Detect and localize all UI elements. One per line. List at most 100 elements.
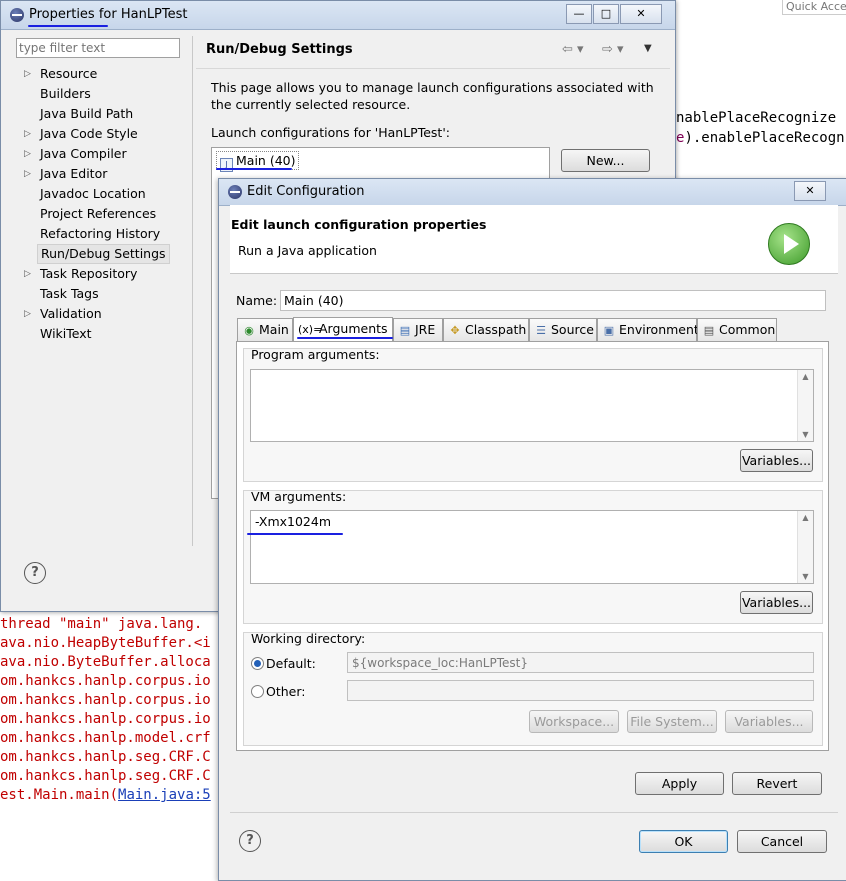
default-dir-field: ${workspace_loc:HanLPTest} [347, 652, 814, 673]
forward-icon[interactable]: ⇨ ▾ [602, 42, 624, 57]
tree-item-label: WikiText [40, 326, 92, 341]
default-radio[interactable] [251, 657, 264, 670]
expand-arrow-icon[interactable]: ▷ [24, 164, 31, 184]
tab-common-label: Common [719, 322, 776, 337]
console-line: om.hankcs.hanlp.corpus.io [0, 673, 211, 689]
working-dir-variables-button[interactable]: Variables... [725, 710, 813, 733]
page-title: Run/Debug Settings [206, 42, 353, 57]
revert-button[interactable]: Revert [732, 772, 822, 795]
edit-subheading: Run a Java application [238, 243, 377, 258]
edit-header-banner: Edit launch configuration properties Run… [230, 205, 838, 274]
run-icon [768, 223, 810, 265]
footer-separator [230, 812, 838, 813]
tree-item-label: Task Tags [40, 286, 99, 301]
jre-tab-icon: ▤ [399, 324, 411, 337]
dialog-close-button[interactable]: ✕ [794, 181, 826, 201]
tree-item-label: Validation [40, 306, 102, 321]
workspace-button[interactable]: Workspace... [529, 710, 619, 733]
tree-item-label: Javadoc Location [40, 186, 146, 201]
properties-title: Properties for HanLPTest [29, 7, 188, 22]
code-line-2: e).enablePlaceRecogn [676, 130, 845, 146]
tab-environment[interactable]: ▣ Environment [597, 318, 699, 341]
edit-titlebar: Edit Configuration ✕ [219, 179, 846, 206]
edit-title: Edit Configuration [247, 184, 365, 199]
tab-main[interactable]: ◉ Main [237, 318, 293, 341]
new-button[interactable]: New... [561, 149, 650, 172]
tree-item-label: Refactoring History [40, 226, 161, 241]
name-input[interactable]: Main (40) [280, 290, 826, 311]
help-icon[interactable]: ? [24, 562, 46, 584]
annotation-underline-title [28, 25, 108, 27]
expand-arrow-icon[interactable]: ▷ [24, 264, 31, 284]
tab-environment-label: Environment [619, 322, 699, 337]
close-button[interactable]: ✕ [620, 4, 662, 24]
name-label: Name: [236, 293, 278, 308]
maximize-button[interactable]: □ [593, 4, 619, 24]
tab-main-label: Main [259, 322, 289, 337]
other-dir-field [347, 680, 814, 701]
filter-input[interactable] [16, 38, 180, 58]
tree-item-label: Run/Debug Settings [37, 244, 170, 264]
arguments-panel: Program arguments: ▲ ▼ Variables... VM ar… [236, 341, 829, 751]
cancel-button[interactable]: Cancel [737, 830, 827, 853]
tab-common[interactable]: ▤ Common [697, 318, 777, 341]
back-icon[interactable]: ⇦ ▾ [562, 42, 584, 57]
tree-item-label: Java Build Path [40, 106, 134, 121]
expand-arrow-icon[interactable]: ▷ [24, 64, 31, 84]
console-source-link[interactable]: Main.java:5 [118, 787, 211, 803]
other-label: Other: [266, 684, 306, 699]
console-line: ava.nio.HeapByteBuffer.<i [0, 635, 211, 651]
common-tab-icon: ▤ [703, 324, 715, 337]
console-line-last: est.Main.main(Main.java:5 [0, 787, 211, 803]
pane-divider [192, 36, 193, 546]
tree-item-label: Builders [40, 86, 91, 101]
header-separator [196, 68, 670, 69]
edit-heading: Edit launch configuration properties [231, 217, 487, 232]
ok-button[interactable]: OK [639, 830, 728, 853]
launch-config-label: Main (40) [236, 153, 296, 168]
expand-arrow-icon[interactable]: ▷ [24, 304, 31, 324]
view-menu-icon[interactable]: ▼ [644, 43, 652, 54]
classpath-tab-icon: ✥ [450, 324, 460, 337]
console-line: om.hankcs.hanlp.corpus.io [0, 692, 211, 708]
annotation-underline-vm [247, 533, 343, 535]
code-line-1: nablePlaceRecognize [676, 110, 837, 126]
annotation-underline-tab [297, 337, 393, 339]
quick-access-field[interactable]: Quick Acce [782, 0, 846, 15]
tree-item-label: Resource [40, 66, 98, 81]
vm-args-scrollbar[interactable]: ▲ ▼ [797, 511, 813, 583]
tab-jre[interactable]: ▤ JRE [393, 318, 443, 341]
tree-item-label: Project References [40, 206, 157, 221]
vm-args-label: VM arguments: [251, 489, 347, 504]
tree-item-label: Java Editor [40, 166, 108, 181]
tab-source-label: Source [551, 322, 594, 337]
program-args-scrollbar[interactable]: ▲ ▼ [797, 370, 813, 441]
console-line: ava.nio.ByteBuffer.alloca [0, 654, 211, 670]
minimize-button[interactable]: — [566, 4, 592, 24]
program-args-label: Program arguments: [251, 347, 380, 362]
console-stack-prefix: est.Main.main( [0, 787, 119, 803]
annotation-underline-config [216, 168, 292, 170]
tree-item-label: Java Code Style [40, 126, 138, 141]
other-radio[interactable] [251, 685, 264, 698]
eclipse-icon [10, 8, 24, 22]
tab-classpath[interactable]: ✥ Classpath [443, 318, 529, 341]
environment-tab-icon: ▣ [603, 324, 615, 337]
vm-args-variables-button[interactable]: Variables... [740, 591, 813, 614]
vm-args-input[interactable]: -Xmx1024m [250, 510, 814, 584]
page-description: This page allows you to manage launch co… [211, 80, 654, 112]
main-tab-icon: ◉ [244, 324, 254, 337]
launch-configs-label: Launch configurations for 'HanLPTest': [211, 125, 450, 140]
program-args-variables-button[interactable]: Variables... [740, 449, 813, 472]
source-tab-icon: ☰ [536, 324, 546, 337]
tab-classpath-label: Classpath [465, 322, 527, 337]
dialog-help-icon[interactable]: ? [239, 830, 261, 852]
tab-arguments-label: Arguments [319, 321, 388, 336]
program-args-input[interactable] [250, 369, 814, 442]
filesystem-button[interactable]: File System... [627, 710, 717, 733]
tab-source[interactable]: ☰ Source [529, 318, 597, 341]
apply-button[interactable]: Apply [635, 772, 724, 795]
expand-arrow-icon[interactable]: ▷ [24, 124, 31, 144]
expand-arrow-icon[interactable]: ▷ [24, 144, 31, 164]
console-line: thread "main" java.lang. [0, 616, 203, 632]
